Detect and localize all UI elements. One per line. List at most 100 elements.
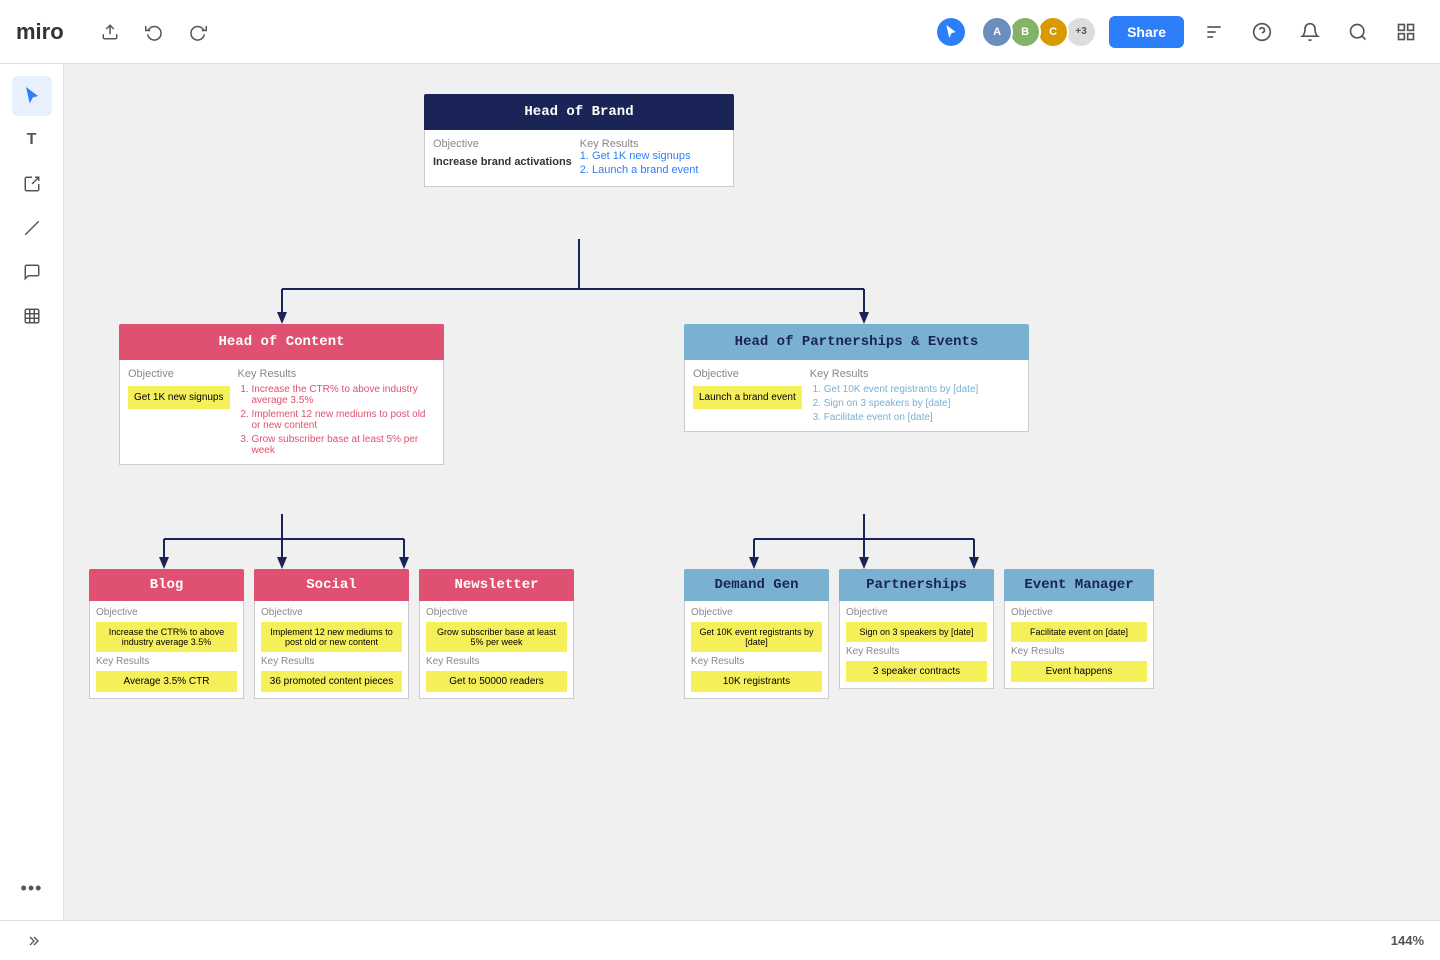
content-obj-label: Objective bbox=[128, 368, 230, 380]
event-manager-kr-label: Key Results bbox=[1011, 646, 1147, 657]
content-kr-3: Grow subscriber base at least 5% per wee… bbox=[252, 434, 436, 456]
arrows-svg bbox=[64, 64, 1440, 920]
partnerships-kr-list: Get 10K event registrants by [date] Sign… bbox=[810, 384, 1020, 423]
social-body: Objective Implement 12 new mediums to po… bbox=[254, 601, 409, 699]
blog-kr-sticky: Average 3.5% CTR bbox=[96, 671, 237, 692]
event-manager-body: Objective Facilitate event on [date] Key… bbox=[1004, 601, 1154, 689]
partnerships-sub-kr-label: Key Results bbox=[846, 646, 987, 657]
partnerships-columns: Objective Launch a brand event Key Resul… bbox=[693, 368, 1020, 423]
newsletter-kr-sticky: Get to 50000 readers bbox=[426, 671, 567, 692]
canvas[interactable]: Head of Brand Objective Increase brand a… bbox=[64, 64, 1440, 920]
sidebar-tool-frame[interactable] bbox=[12, 296, 52, 336]
head-of-partnerships-card: Head of Partnerships & Events Objective … bbox=[684, 324, 1029, 432]
partnerships-kr-col: Key Results Get 10K event registrants by… bbox=[810, 368, 1020, 423]
social-card: Social Objective Implement 12 new medium… bbox=[254, 569, 409, 699]
settings-icon[interactable] bbox=[1196, 14, 1232, 50]
brand-kr-2: 2. Launch a brand event bbox=[580, 164, 725, 176]
avatar-3: C bbox=[1037, 16, 1069, 48]
content-obj-col: Objective Get 1K new signups bbox=[128, 368, 230, 456]
social-kr-sticky: 36 promoted content pieces bbox=[261, 671, 402, 692]
toolbar-left: miro bbox=[16, 14, 216, 50]
demand-gen-obj-sticky: Get 10K event registrants by [date] bbox=[691, 622, 822, 652]
help-icon[interactable] bbox=[1244, 14, 1280, 50]
partnerships-sub-header: Partnerships bbox=[839, 569, 994, 601]
content-kr-list: Increase the CTR% to above industry aver… bbox=[238, 384, 436, 456]
logo: miro bbox=[16, 19, 64, 45]
canvas-content: Head of Brand Objective Increase brand a… bbox=[64, 64, 1440, 920]
avatar-2: B bbox=[1009, 16, 1041, 48]
demand-gen-kr-label: Key Results bbox=[691, 656, 822, 667]
blog-body: Objective Increase the CTR% to above ind… bbox=[89, 601, 244, 699]
event-manager-card: Event Manager Objective Facilitate event… bbox=[1004, 569, 1154, 689]
sidebar-tool-more[interactable]: ••• bbox=[12, 868, 52, 908]
newsletter-card: Newsletter Objective Grow subscriber bas… bbox=[419, 569, 574, 699]
social-header: Social bbox=[254, 569, 409, 601]
sidebar-tool-text[interactable]: T bbox=[12, 120, 52, 160]
partnerships-obj-label: Objective bbox=[693, 368, 802, 380]
sidebar-tool-line[interactable] bbox=[12, 208, 52, 248]
demand-gen-obj-label: Objective bbox=[691, 607, 822, 618]
brand-obj-col: Objective Increase brand activations bbox=[433, 138, 572, 178]
content-sticky: Get 1K new signups bbox=[128, 386, 230, 409]
partnerships-kr-label: Key Results bbox=[810, 368, 1020, 380]
avatar-extra: +3 bbox=[1065, 16, 1097, 48]
demand-gen-header: Demand Gen bbox=[684, 569, 829, 601]
brand-kr-col: Key Results 1. Get 1K new signups 2. Lau… bbox=[580, 138, 725, 178]
newsletter-obj-label: Objective bbox=[426, 607, 567, 618]
sidebar-tool-comment[interactable] bbox=[12, 252, 52, 292]
partnerships-sub-body: Objective Sign on 3 speakers by [date] K… bbox=[839, 601, 994, 689]
avatar-group: A B C +3 bbox=[981, 16, 1097, 48]
content-kr-1: Increase the CTR% to above industry aver… bbox=[252, 384, 436, 406]
newsletter-kr-label: Key Results bbox=[426, 656, 567, 667]
blog-obj-sticky: Increase the CTR% to above industry aver… bbox=[96, 622, 237, 652]
partnerships-kr-3: Facilitate event on [date] bbox=[824, 412, 1020, 423]
notification-icon[interactable] bbox=[1292, 14, 1328, 50]
partnerships-kr-2: Sign on 3 speakers by [date] bbox=[824, 398, 1020, 409]
event-manager-kr-sticky: Event happens bbox=[1011, 661, 1147, 682]
brand-kr-label: Key Results bbox=[580, 138, 725, 150]
content-header: Head of Content bbox=[119, 324, 444, 360]
demand-gen-card: Demand Gen Objective Get 10K event regis… bbox=[684, 569, 829, 699]
partnerships-sub-kr-sticky: 3 speaker contracts bbox=[846, 661, 987, 682]
cursor-indicator bbox=[937, 18, 965, 46]
partnerships-body: Objective Launch a brand event Key Resul… bbox=[684, 360, 1029, 432]
brand-obj-value: Increase brand activations bbox=[433, 156, 572, 168]
search-icon[interactable] bbox=[1340, 14, 1376, 50]
share-button[interactable]: Share bbox=[1109, 16, 1184, 48]
undo-button[interactable] bbox=[136, 14, 172, 50]
partnerships-obj-col: Objective Launch a brand event bbox=[693, 368, 802, 423]
blog-card: Blog Objective Increase the CTR% to abov… bbox=[89, 569, 244, 699]
social-obj-label: Objective bbox=[261, 607, 402, 618]
event-manager-header: Event Manager bbox=[1004, 569, 1154, 601]
content-body: Objective Get 1K new signups Key Results… bbox=[119, 360, 444, 465]
toolbar-right: A B C +3 Share bbox=[937, 14, 1424, 50]
partnerships-kr-1: Get 10K event registrants by [date] bbox=[824, 384, 1020, 395]
partnerships-sub-card: Partnerships Objective Sign on 3 speaker… bbox=[839, 569, 994, 689]
blog-obj-label: Objective bbox=[96, 607, 237, 618]
blog-header: Blog bbox=[89, 569, 244, 601]
grid-icon[interactable] bbox=[1388, 14, 1424, 50]
brand-kr-1: 1. Get 1K new signups bbox=[580, 150, 725, 162]
zoom-level: 144% bbox=[1391, 933, 1424, 948]
event-manager-obj-label: Objective bbox=[1011, 607, 1147, 618]
expand-button[interactable] bbox=[16, 925, 48, 957]
avatar-1: A bbox=[981, 16, 1013, 48]
brand-body: Objective Increase brand activations Key… bbox=[424, 130, 734, 187]
content-kr-2: Implement 12 new mediums to post old or … bbox=[252, 409, 436, 431]
brand-obj-label: Objective bbox=[433, 138, 572, 150]
sidebar-tool-sticky[interactable] bbox=[12, 164, 52, 204]
partnerships-header: Head of Partnerships & Events bbox=[684, 324, 1029, 360]
redo-button[interactable] bbox=[180, 14, 216, 50]
head-of-brand-card: Head of Brand Objective Increase brand a… bbox=[424, 94, 734, 187]
upload-button[interactable] bbox=[92, 14, 128, 50]
head-of-content-card: Head of Content Objective Get 1K new sig… bbox=[119, 324, 444, 465]
toolbar: miro A B C +3 Share bbox=[0, 0, 1440, 64]
content-kr-label: Key Results bbox=[238, 368, 436, 380]
event-manager-obj-sticky: Facilitate event on [date] bbox=[1011, 622, 1147, 642]
newsletter-header: Newsletter bbox=[419, 569, 574, 601]
sidebar-tool-cursor[interactable] bbox=[12, 76, 52, 116]
newsletter-body: Objective Grow subscriber base at least … bbox=[419, 601, 574, 699]
partnerships-sub-obj-label: Objective bbox=[846, 607, 987, 618]
social-obj-sticky: Implement 12 new mediums to post old or … bbox=[261, 622, 402, 652]
newsletter-obj-sticky: Grow subscriber base at least 5% per wee… bbox=[426, 622, 567, 652]
